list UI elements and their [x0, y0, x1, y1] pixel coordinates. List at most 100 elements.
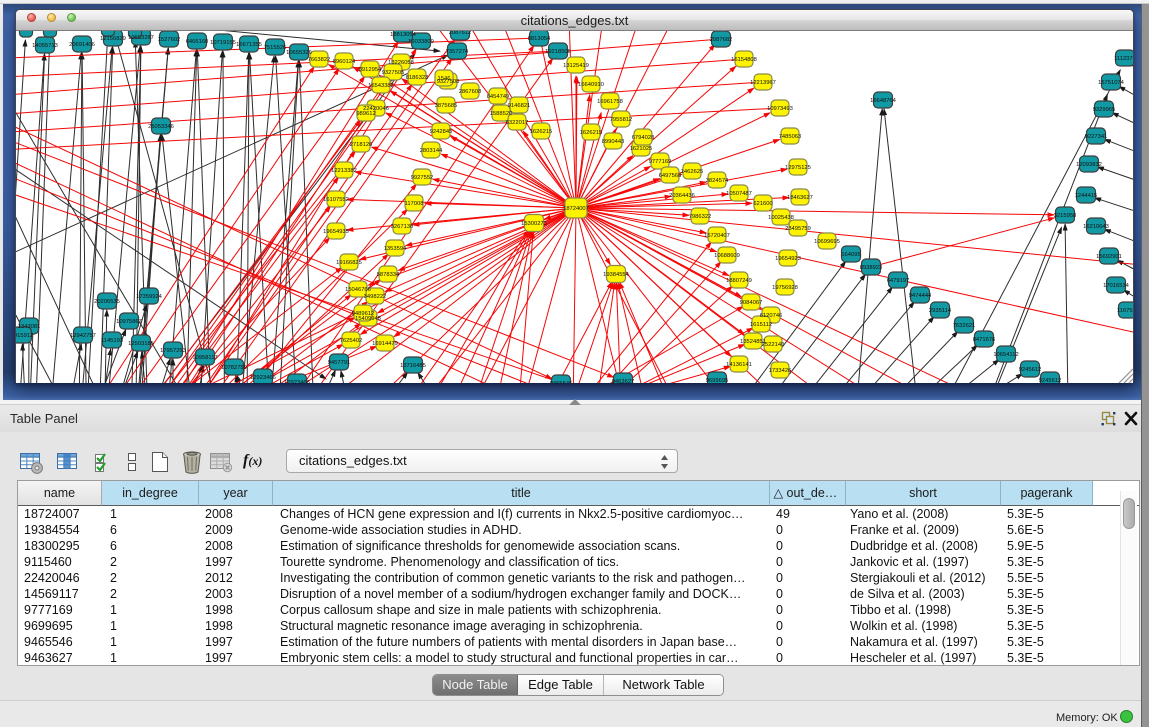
- svg-text:18813054: 18813054: [390, 32, 417, 38]
- svg-text:6497568: 6497568: [659, 173, 682, 179]
- svg-text:9489612: 9489612: [352, 311, 375, 317]
- svg-text:8454749: 8454749: [487, 94, 510, 100]
- svg-text:17016534: 17016534: [1103, 283, 1130, 289]
- svg-text:8322017: 8322017: [506, 120, 529, 126]
- svg-text:1244415: 1244415: [1075, 193, 1098, 199]
- svg-text:10655326: 10655326: [286, 50, 312, 56]
- svg-text:12093832: 12093832: [1076, 162, 1102, 168]
- svg-text:1626215: 1626215: [530, 129, 553, 135]
- svg-text:8960124: 8960124: [333, 59, 356, 65]
- svg-text:7625402: 7625402: [340, 338, 363, 344]
- svg-text:16640910: 16640910: [578, 82, 604, 88]
- svg-text:8186323: 8186323: [406, 75, 429, 81]
- svg-text:17359924: 17359924: [136, 294, 163, 300]
- svg-text:2522140: 2522140: [762, 342, 785, 348]
- svg-text:10507487: 10507487: [726, 191, 752, 197]
- svg-text:6120746: 6120746: [760, 313, 783, 319]
- svg-text:12213382: 12213382: [331, 168, 357, 174]
- svg-text:10688609: 10688609: [714, 253, 740, 259]
- svg-text:10958117: 10958117: [192, 355, 217, 361]
- svg-text:1167534: 1167534: [1117, 308, 1133, 314]
- svg-text:9327505: 9327505: [382, 70, 405, 76]
- svg-text:12923466: 12923466: [250, 375, 276, 381]
- svg-text:1615112: 1615112: [750, 322, 772, 328]
- svg-text:7663822: 7663822: [308, 57, 331, 63]
- svg-text:5878334: 5878334: [377, 272, 400, 278]
- svg-text:15692901: 15692901: [1096, 254, 1122, 260]
- svg-text:7515526: 7515526: [264, 45, 287, 51]
- svg-text:10975867: 10975867: [116, 319, 142, 325]
- svg-text:20691406: 20691406: [69, 42, 95, 48]
- svg-text:19218506: 19218506: [545, 49, 571, 55]
- svg-text:1588520: 1588520: [490, 111, 513, 117]
- svg-text:18463627: 18463627: [787, 195, 813, 201]
- svg-text:989612: 989612: [356, 111, 375, 117]
- svg-text:2935114: 2935114: [929, 308, 952, 314]
- svg-text:7485063: 7485063: [779, 134, 802, 140]
- svg-text:16671355: 16671355: [236, 42, 262, 48]
- svg-text:9242845: 9242845: [430, 129, 453, 135]
- svg-text:9084067: 9084067: [740, 300, 763, 306]
- svg-text:8813054: 8813054: [528, 36, 551, 42]
- svg-text:8912954: 8912954: [359, 67, 382, 73]
- svg-text:13125419: 13125419: [563, 63, 589, 69]
- svg-text:19654923: 19654923: [775, 256, 801, 262]
- svg-text:17957253: 17957253: [160, 348, 186, 354]
- svg-text:3915912: 3915912: [16, 333, 33, 339]
- svg-text:1626215: 1626215: [580, 130, 603, 136]
- svg-text:15720407: 15720407: [704, 233, 730, 239]
- svg-text:3498222: 3498222: [364, 294, 387, 300]
- svg-text:10719155: 10719155: [210, 40, 236, 46]
- svg-text:12213967: 12213967: [750, 80, 776, 86]
- svg-text:10654112: 10654112: [993, 352, 1018, 358]
- svg-text:2087682: 2087682: [710, 37, 733, 43]
- svg-text:10973493: 10973493: [767, 106, 793, 112]
- svg-text:9927552: 9927552: [411, 175, 434, 181]
- svg-text:1462625: 1462625: [681, 169, 704, 175]
- svg-text:117008: 117008: [405, 201, 424, 207]
- svg-text:1621025: 1621025: [630, 146, 653, 152]
- svg-text:16543382: 16543382: [368, 83, 394, 89]
- svg-text:6479197: 6479197: [887, 278, 910, 284]
- svg-text:12503185: 12503185: [128, 341, 154, 347]
- svg-text:1527602: 1527602: [158, 37, 181, 43]
- svg-text:1353594: 1353594: [384, 246, 407, 252]
- svg-text:2718126: 2718126: [350, 142, 373, 148]
- svg-text:7986322: 7986322: [689, 214, 712, 220]
- svg-text:8938923: 8938923: [860, 265, 883, 271]
- svg-text:20206535: 20206535: [94, 299, 120, 305]
- svg-text:9146821: 9146821: [508, 103, 531, 109]
- svg-text:3215958: 3215958: [1054, 213, 1077, 219]
- svg-text:164095: 164095: [841, 252, 860, 258]
- svg-text:9463627: 9463627: [612, 379, 635, 383]
- svg-text:3875685: 3875685: [435, 103, 458, 109]
- svg-text:9245612: 9245612: [1019, 367, 1042, 373]
- svg-text:2087612: 2087612: [449, 31, 472, 36]
- svg-text:2867608: 2867608: [459, 89, 482, 95]
- svg-text:15046766: 15046766: [345, 287, 371, 293]
- svg-text:12156829: 12156829: [100, 36, 126, 42]
- svg-text:12942757: 12942757: [70, 333, 96, 339]
- svg-text:25053346: 25053346: [148, 124, 174, 130]
- svg-text:6794028: 6794028: [632, 135, 655, 141]
- svg-text:1343081: 1343081: [18, 324, 41, 330]
- svg-text:20364436: 20364436: [669, 193, 695, 199]
- svg-text:16648764: 16648764: [870, 98, 897, 104]
- svg-text:18807249: 18807249: [726, 278, 752, 284]
- svg-text:12923466: 12923466: [284, 380, 310, 383]
- svg-text:15300273: 15300273: [521, 221, 547, 227]
- svg-text:16914479: 16914479: [372, 341, 398, 347]
- svg-text:8990443: 8990443: [602, 139, 625, 145]
- svg-text:15751074: 15751074: [1098, 80, 1125, 86]
- svg-text:13226058: 13226058: [388, 60, 414, 66]
- svg-text:10025438: 10025438: [768, 215, 794, 221]
- svg-text:16033809: 16033809: [408, 39, 434, 45]
- svg-text:9465546: 9465546: [550, 381, 573, 383]
- svg-text:9457791: 9457791: [328, 360, 351, 366]
- svg-text:13716485: 13716485: [400, 363, 426, 369]
- svg-text:19756928: 19756928: [772, 285, 798, 291]
- svg-text:2803144: 2803144: [420, 148, 443, 154]
- svg-text:7632621: 7632621: [953, 323, 976, 329]
- svg-text:9227341: 9227341: [1085, 134, 1108, 140]
- svg-text:8471676: 8471676: [973, 337, 996, 343]
